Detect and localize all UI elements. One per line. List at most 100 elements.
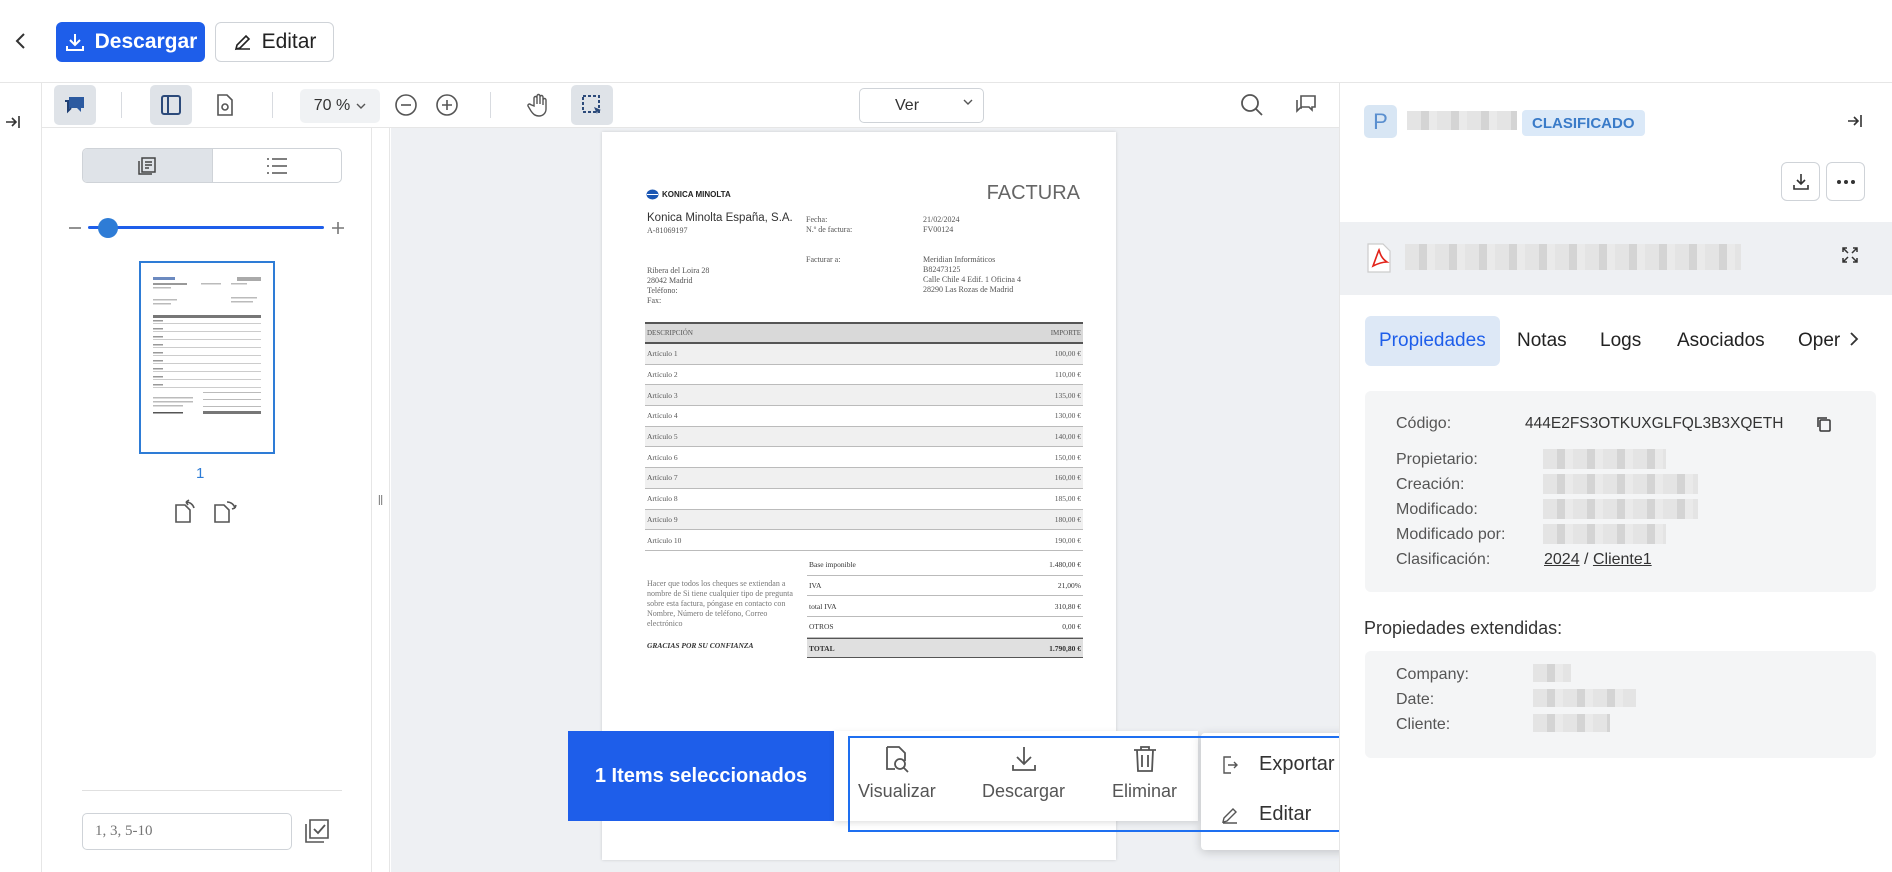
code-value: 444E2FS3OTKUXGLFQL3B3XQETH [1525, 415, 1784, 432]
annotations-button[interactable] [1289, 88, 1323, 122]
menu-item-export[interactable]: Exportar [1221, 753, 1335, 776]
rotate-right-icon [214, 501, 237, 523]
tabs-scroll-right-button[interactable] [1849, 331, 1859, 347]
classification-year-link[interactable]: 2024 [1544, 551, 1580, 568]
fullscreen-button[interactable] [1841, 246, 1859, 264]
download-button[interactable]: Descargar [56, 22, 205, 62]
search-button[interactable] [1235, 88, 1269, 122]
pdf-file-icon [1365, 242, 1393, 274]
outline-list-tab[interactable] [213, 149, 342, 182]
download-action-button[interactable]: Descargar [982, 744, 1065, 802]
chevron-down-icon [356, 103, 366, 109]
thumb-size-plus[interactable] [331, 218, 345, 238]
panel-download-button[interactable] [1781, 162, 1820, 201]
pencil-icon [234, 34, 250, 51]
bill-to-line: Meridian Informáticos [923, 255, 996, 264]
table-row: Artículo 9 180,00 € [645, 509, 1083, 531]
chevron-left-icon [15, 33, 25, 49]
invoice-number-label: N.º de factura: [806, 225, 853, 234]
panel-more-button[interactable] [1826, 162, 1865, 201]
address-line: Teléfono: [647, 286, 678, 295]
thumbnail-view-toggle [82, 148, 342, 183]
select-tool-button[interactable] [571, 85, 613, 125]
redacted-company [1533, 664, 1571, 682]
selection-count: 1 Items seleccionados [568, 731, 834, 821]
classification-separator: / [1584, 551, 1589, 568]
list-icon [266, 157, 287, 174]
page-settings-button[interactable] [204, 85, 246, 125]
pencil-icon [1222, 807, 1237, 824]
tab-properties[interactable]: Propiedades [1365, 316, 1500, 366]
rotate-left-button[interactable] [172, 497, 200, 525]
copy-code-button[interactable] [1815, 415, 1833, 433]
totals-row-total: TOTAL 1.790,80 € [807, 637, 1083, 659]
zoom-select[interactable]: 70 % [300, 89, 380, 123]
page-thumbnail[interactable] [139, 261, 275, 454]
menu-item-edit-label: Editar [1259, 803, 1312, 825]
thanks-note: GRACIAS POR SU CONFIANZA [647, 641, 754, 650]
view-action-button[interactable]: Visualizar [858, 744, 936, 802]
table-row: Artículo 1 100,00 € [645, 344, 1083, 365]
plus-icon [332, 222, 344, 234]
totals-row: total IVA 310,80 € [807, 596, 1083, 618]
invoice-table: DESCRIPCIÓN IMPORTE Artículo 1 100,00 € A… [645, 322, 1083, 551]
rotate-left-icon [175, 499, 195, 523]
rotate-right-button[interactable] [211, 497, 239, 525]
code-label: Código: [1396, 415, 1452, 432]
delete-action-button[interactable]: Eliminar [1112, 744, 1177, 802]
view-action-label: Visualizar [858, 781, 936, 801]
tab-logs[interactable]: Logs [1600, 316, 1641, 366]
copy-icon [1817, 417, 1831, 432]
download-icon [65, 34, 84, 51]
checkbox-multiple-icon [305, 819, 329, 843]
panel-resize-handle[interactable]: ‖ [372, 128, 390, 872]
expand-panel-button[interactable] [4, 113, 22, 131]
comments-icon [65, 97, 84, 114]
company-label: Company: [1396, 666, 1469, 683]
edit-label: Editar [261, 30, 317, 53]
select-pages-button[interactable] [303, 817, 331, 845]
download-action-label: Descargar [982, 781, 1066, 801]
download-label: Descargar [94, 30, 198, 53]
view-select[interactable]: Ver [859, 88, 984, 123]
hand-icon [527, 93, 547, 117]
more-horizontal-icon [1836, 179, 1855, 184]
left-rail [0, 83, 42, 872]
menu-item-edit[interactable]: Editar [1221, 803, 1311, 826]
redacted-file-name [1405, 244, 1741, 270]
classification-value: 2024 / Cliente1 [1544, 551, 1652, 569]
zoom-out-button[interactable] [390, 88, 422, 122]
page-range-input[interactable] [82, 813, 292, 850]
payment-note: Hacer que todos los cheques se extiendan… [647, 579, 793, 628]
thumbnail-grid-tab[interactable] [83, 149, 213, 182]
thumb-size-minus[interactable] [68, 218, 82, 238]
extended-properties-title: Propiedades extendidas: [1364, 618, 1563, 638]
totals-row: IVA 21,00% [807, 576, 1083, 597]
redacted-owner [1543, 449, 1666, 469]
view-select-value: Ver [895, 96, 920, 114]
thumbnail-page-number: 1 [196, 465, 205, 482]
thumb-size-slider[interactable] [88, 226, 324, 229]
pan-tool-button[interactable] [518, 85, 560, 125]
tab-associated[interactable]: Asociados [1677, 316, 1765, 366]
selection-box-icon [582, 95, 601, 114]
fecha-label: Fecha: [806, 215, 828, 224]
edit-button[interactable]: Editar [215, 22, 334, 62]
arrow-to-right-icon [1848, 115, 1862, 127]
back-button[interactable] [8, 28, 34, 54]
table-row: Artículo 7 160,00 € [645, 468, 1083, 489]
tab-operations[interactable]: Oper [1798, 316, 1840, 366]
totals-row: Base imponible 1.480,00 € [807, 555, 1083, 576]
zoom-in-button[interactable] [431, 88, 463, 122]
sidebar-toggle[interactable] [150, 85, 192, 125]
thumb-size-slider-handle[interactable] [98, 218, 118, 238]
classification-client-link[interactable]: Cliente1 [1593, 551, 1652, 568]
address-line: Ribera del Loira 28 [647, 266, 710, 275]
tab-notes[interactable]: Notas [1517, 316, 1567, 366]
collapse-panel-button[interactable] [1846, 112, 1864, 130]
table-row: Artículo 8 185,00 € [645, 489, 1083, 510]
company-logo: KONICA MINOLTA [646, 189, 731, 200]
panel-tabs: Propiedades Notas Logs Asociados Oper [1365, 316, 1865, 366]
comments-toggle[interactable] [54, 85, 96, 125]
date-label: Date: [1396, 691, 1435, 708]
